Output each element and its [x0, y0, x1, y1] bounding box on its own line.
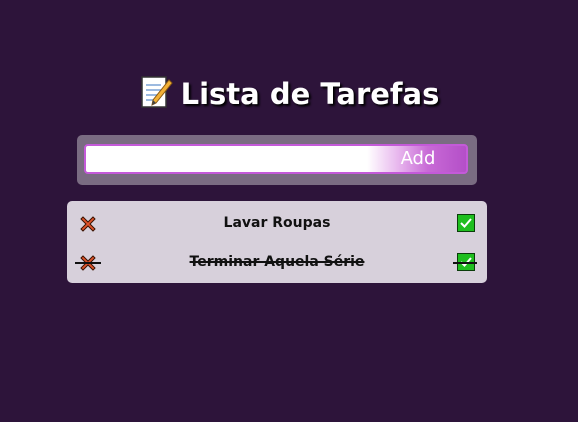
- memo-icon: [140, 76, 173, 108]
- strike-line: [75, 262, 101, 264]
- delete-icon[interactable]: [78, 214, 98, 234]
- page-title: Lista de Tarefas: [0, 72, 578, 116]
- list-item: Terminar Aquela Série: [67, 247, 487, 277]
- add-button[interactable]: Add: [370, 146, 466, 172]
- page: Lista de Tarefas Add Lavar Roupas Termin…: [0, 0, 578, 422]
- task-text: Lavar Roupas: [223, 215, 331, 231]
- page-title-text: Lista de Tarefas: [180, 77, 440, 111]
- check-icon[interactable]: [457, 214, 475, 232]
- strike-line: [453, 262, 477, 264]
- list-item: Lavar Roupas: [67, 208, 487, 238]
- task-text: Terminar Aquela Série: [189, 254, 365, 270]
- task-input[interactable]: [86, 146, 376, 172]
- task-list: Lavar Roupas Terminar Aquela Série: [67, 201, 487, 283]
- add-task-form: Add: [77, 135, 477, 185]
- task-input-wrapper: Add: [84, 144, 468, 174]
